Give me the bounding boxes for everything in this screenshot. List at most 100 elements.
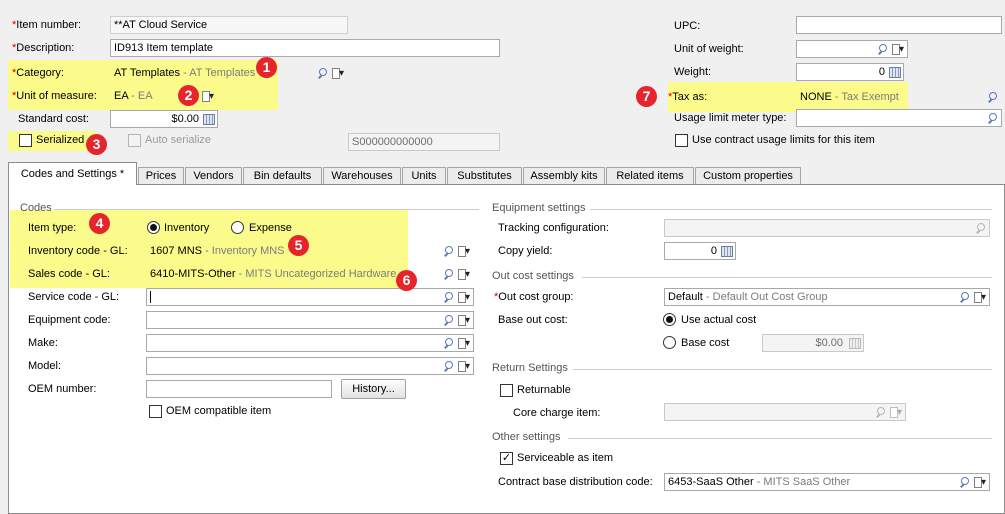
search-icon[interactable] — [988, 91, 999, 103]
unit-of-measure-field[interactable]: EA - EA — [110, 87, 218, 105]
item-number-field[interactable]: **AT Cloud Service — [110, 16, 348, 34]
flag-menu-icon[interactable] — [457, 290, 471, 305]
flag-menu-icon[interactable] — [891, 42, 905, 57]
tab-units[interactable]: Units — [402, 167, 446, 184]
weight-field[interactable]: 0 — [796, 63, 904, 81]
calculator-icon[interactable] — [889, 66, 901, 78]
core-charge-item-field[interactable] — [664, 403, 906, 421]
serviceable-label: Serviceable as item — [517, 452, 613, 464]
oem-compatible-label: OEM compatible item — [166, 405, 272, 417]
tab-custom-properties[interactable]: Custom properties — [695, 167, 801, 184]
standard-cost-field[interactable]: $0.00 — [110, 110, 218, 128]
tab-substitutes[interactable]: Substitutes — [447, 167, 522, 184]
item-type-expense-label: Expense — [249, 222, 292, 234]
make-field[interactable] — [146, 334, 474, 352]
inventory-code-field[interactable]: 1607 MNS - Inventory MNS — [146, 242, 474, 260]
text-caret — [150, 291, 151, 304]
search-icon[interactable] — [876, 406, 887, 418]
search-icon[interactable] — [444, 268, 455, 280]
flag-menu-icon[interactable] — [457, 267, 471, 282]
search-icon[interactable] — [444, 314, 455, 326]
service-code-field[interactable] — [146, 288, 474, 306]
tab-vendors[interactable]: Vendors — [185, 167, 242, 184]
flag-menu-icon[interactable] — [457, 336, 471, 351]
category-field[interactable]: AT Templates - AT Templates — [110, 64, 348, 82]
out-cost-settings-title: Out cost settings — [492, 270, 574, 282]
tax-as-field[interactable]: NONE - Tax Exempt — [796, 88, 1002, 106]
search-icon[interactable] — [444, 291, 455, 303]
flag-menu-icon[interactable] — [331, 66, 345, 81]
history-button[interactable]: History... — [341, 379, 406, 399]
flag-menu-icon[interactable] — [457, 313, 471, 328]
returnable-label: Returnable — [517, 384, 571, 396]
base-cost-field: $0.00 — [762, 334, 864, 352]
equipment-code-label: Equipment code: — [28, 314, 111, 326]
tab-related-items[interactable]: Related items — [606, 167, 694, 184]
unit-of-weight-label: Unit of weight: — [674, 43, 744, 55]
category-label: *Category: — [12, 67, 64, 79]
tax-as-label: *Tax as: — [668, 91, 708, 103]
search-icon[interactable] — [976, 222, 987, 234]
description-field[interactable]: ID913 Item template — [110, 39, 500, 57]
item-type-expense-radio[interactable] — [231, 221, 244, 234]
search-icon[interactable] — [444, 245, 455, 257]
equipment-code-field[interactable] — [146, 311, 474, 329]
callout-badge-1: 1 — [256, 57, 277, 78]
use-actual-cost-radio[interactable] — [663, 313, 676, 326]
tab-warehouses[interactable]: Warehouses — [323, 167, 401, 184]
serialized-checkbox[interactable] — [19, 134, 32, 147]
serialized-label: Serialized — [36, 134, 85, 146]
search-icon[interactable] — [444, 360, 455, 372]
flag-menu-icon[interactable] — [201, 89, 215, 104]
tab-bin-defaults[interactable]: Bin defaults — [243, 167, 322, 184]
search-icon[interactable] — [988, 112, 999, 124]
search-icon[interactable] — [444, 337, 455, 349]
auto-serialize-label: Auto serialize — [145, 134, 212, 146]
tab-assembly-kits[interactable]: Assembly kits — [523, 167, 605, 184]
tab-prices[interactable]: Prices — [138, 167, 184, 184]
search-icon[interactable] — [318, 67, 329, 79]
callout-badge-2: 2 — [178, 85, 199, 106]
copy-yield-label: Copy yield: — [498, 245, 553, 257]
serial-number-field: S000000000000 — [348, 133, 500, 151]
item-type-label: Item type: — [28, 222, 77, 234]
auto-serialize-checkbox[interactable] — [128, 134, 141, 147]
tracking-configuration-label: Tracking configuration: — [498, 222, 609, 234]
search-icon[interactable] — [960, 476, 971, 488]
item-type-inventory-radio[interactable] — [147, 221, 160, 234]
item-number-label: *Item number: — [12, 19, 82, 31]
serviceable-checkbox[interactable]: ✓ — [500, 452, 513, 465]
flag-menu-icon[interactable] — [973, 290, 987, 305]
oem-compatible-checkbox[interactable] — [149, 405, 162, 418]
flag-menu-icon[interactable] — [457, 244, 471, 259]
oem-number-field[interactable] — [146, 380, 332, 398]
callout-badge-5: 5 — [288, 235, 309, 256]
upc-field[interactable] — [796, 16, 1002, 34]
search-icon[interactable] — [960, 291, 971, 303]
out-cost-group-field[interactable]: Default - Default Out Cost Group — [664, 288, 990, 306]
copy-yield-field[interactable]: 0 — [664, 242, 736, 260]
use-contract-usage-checkbox[interactable] — [675, 134, 688, 147]
base-out-cost-label: Base out cost: — [498, 314, 568, 326]
codes-divider — [54, 209, 479, 210]
flag-menu-icon[interactable] — [457, 359, 471, 374]
flag-menu-icon[interactable] — [973, 475, 987, 490]
model-field[interactable] — [146, 357, 474, 375]
unit-of-weight-field[interactable] — [796, 40, 908, 58]
returnable-checkbox[interactable] — [500, 384, 513, 397]
calculator-icon[interactable] — [203, 113, 215, 125]
tab-codes-and-settings[interactable]: Codes and Settings * — [8, 162, 137, 185]
usage-limit-meter-type-field[interactable] — [796, 109, 1002, 127]
codes-group-title: Codes — [20, 202, 52, 214]
calculator-icon[interactable] — [721, 245, 733, 257]
sales-code-field[interactable]: 6410-MITS-Other - MITS Uncategorized Har… — [146, 265, 474, 283]
unit-of-measure-label: *Unit of measure: — [12, 90, 97, 102]
search-icon[interactable] — [878, 43, 889, 55]
base-cost-radio[interactable] — [663, 336, 676, 349]
callout-badge-4: 4 — [89, 213, 110, 234]
flag-menu-icon[interactable] — [889, 405, 903, 420]
contract-base-distribution-field[interactable]: 6453-SaaS Other - MITS SaaS Other — [664, 473, 990, 491]
tracking-configuration-field[interactable] — [664, 219, 990, 237]
make-label: Make: — [28, 337, 58, 349]
out-cost-group-label: *Out cost group: — [494, 291, 574, 303]
